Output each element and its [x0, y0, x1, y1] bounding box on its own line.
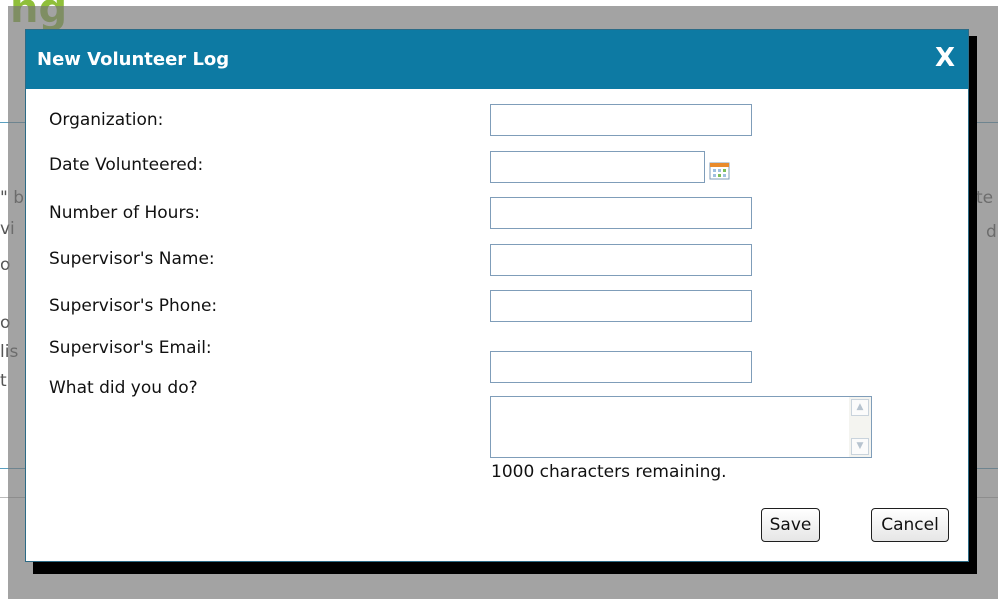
- organization-input[interactable]: [490, 104, 752, 136]
- scroll-up-icon[interactable]: ▲: [851, 399, 869, 416]
- date-volunteered-input[interactable]: [490, 151, 705, 183]
- close-button[interactable]: X: [935, 43, 955, 73]
- supervisor-email-input[interactable]: [490, 351, 752, 383]
- textarea-scrollbar[interactable]: ▲ ▼: [849, 397, 871, 457]
- background-text-fragment: t: [0, 371, 7, 391]
- what-did-you-do-label: What did you do?: [49, 378, 198, 398]
- dialog-header: New Volunteer Log X: [26, 30, 968, 89]
- dialog-title: New Volunteer Log: [37, 49, 230, 70]
- new-volunteer-log-dialog: New Volunteer Log X Organization: Date V…: [25, 29, 969, 562]
- what-did-you-do-field: ▲ ▼: [490, 396, 872, 458]
- what-did-you-do-textarea[interactable]: [491, 397, 849, 457]
- organization-label: Organization:: [49, 110, 164, 130]
- supervisor-email-label: Supervisor's Email:: [49, 338, 212, 358]
- cancel-button[interactable]: Cancel: [871, 508, 949, 542]
- number-of-hours-input[interactable]: [490, 197, 752, 229]
- supervisor-name-label: Supervisor's Name:: [49, 249, 215, 269]
- scroll-down-icon[interactable]: ▼: [851, 438, 869, 455]
- characters-remaining-text: 1000 characters remaining.: [491, 462, 727, 482]
- supervisor-name-input[interactable]: [490, 244, 752, 276]
- supervisor-phone-input[interactable]: [490, 290, 752, 322]
- date-volunteered-label: Date Volunteered:: [49, 155, 204, 175]
- number-of-hours-label: Number of Hours:: [49, 203, 201, 223]
- supervisor-phone-label: Supervisor's Phone:: [49, 296, 218, 316]
- calendar-icon[interactable]: [709, 161, 731, 181]
- save-button[interactable]: Save: [761, 508, 820, 542]
